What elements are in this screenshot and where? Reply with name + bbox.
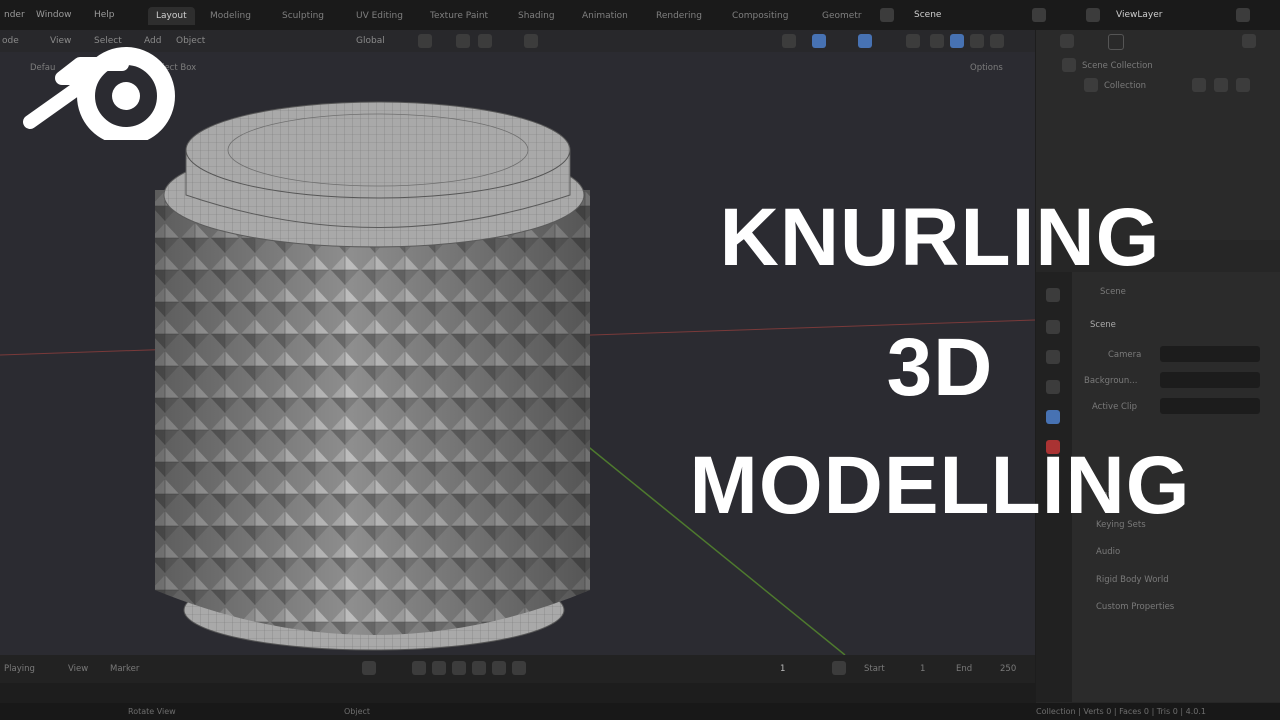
collection-icon bbox=[1084, 78, 1098, 92]
audio-panel[interactable]: Audio bbox=[1096, 547, 1120, 557]
tab-layout[interactable]: Layout bbox=[148, 7, 195, 25]
search-icon[interactable] bbox=[1108, 34, 1124, 50]
scene-icon[interactable] bbox=[880, 8, 894, 22]
marker-menu[interactable]: Marker bbox=[110, 664, 139, 674]
play-reverse-icon[interactable] bbox=[452, 661, 466, 675]
end-value[interactable]: 250 bbox=[1000, 664, 1016, 674]
exclude-checkbox-icon[interactable] bbox=[1192, 78, 1206, 92]
rigid-body-panel[interactable]: Rigid Body World bbox=[1096, 575, 1169, 585]
timeline-header: Playing View Marker 1 Start 1 End 250 bbox=[0, 655, 1035, 683]
status-hint-object: Object bbox=[344, 707, 371, 716]
tab-texture-paint[interactable]: Texture Paint bbox=[430, 7, 488, 25]
cap-top bbox=[185, 101, 571, 199]
title-line-modelling: MODELLING bbox=[689, 440, 1191, 531]
status-scene-info: Collection | Verts 0 | Faces 0 | Tris 0 … bbox=[1036, 707, 1206, 716]
menu-window[interactable]: Window bbox=[36, 10, 72, 20]
play-icon[interactable] bbox=[472, 661, 486, 675]
jump-end-icon[interactable] bbox=[512, 661, 526, 675]
tab-compositing[interactable]: Compositing bbox=[732, 7, 788, 25]
outliner-scene-collection[interactable]: Scene Collection bbox=[1082, 61, 1153, 71]
start-label: Start bbox=[864, 664, 885, 674]
camera-icon[interactable] bbox=[1236, 78, 1250, 92]
current-frame-field[interactable]: 1 bbox=[780, 664, 785, 674]
tool-tab-icon[interactable] bbox=[1046, 288, 1060, 302]
next-key-icon[interactable] bbox=[492, 661, 506, 675]
filter-icon[interactable] bbox=[1242, 34, 1256, 48]
properties-scene-name: Scene bbox=[1100, 287, 1126, 297]
display-mode-icon[interactable] bbox=[1060, 34, 1074, 48]
top-menu-bar: nder Window Help Layout Modeling Sculpti… bbox=[0, 0, 1280, 30]
timeline-ruler[interactable] bbox=[0, 683, 1035, 703]
jump-start-icon[interactable] bbox=[412, 661, 426, 675]
tab-modeling[interactable]: Modeling bbox=[210, 7, 251, 25]
tab-geometry[interactable]: Geometr bbox=[822, 7, 862, 25]
timeline-view-menu[interactable]: View bbox=[68, 664, 88, 674]
new-view-layer-icon[interactable] bbox=[1236, 8, 1250, 22]
tab-uv-editing[interactable]: UV Editing bbox=[356, 7, 403, 25]
menu-help[interactable]: Help bbox=[94, 10, 115, 20]
playback-menu[interactable]: Playing bbox=[4, 664, 35, 674]
end-label: End bbox=[956, 664, 973, 674]
menu-render[interactable]: nder bbox=[4, 10, 25, 20]
title-line-3d: 3D bbox=[886, 322, 994, 413]
status-hint-rotate: Rotate View bbox=[128, 707, 176, 716]
tab-rendering[interactable]: Rendering bbox=[656, 7, 702, 25]
custom-properties-panel[interactable]: Custom Properties bbox=[1096, 602, 1174, 612]
tab-shading[interactable]: Shading bbox=[518, 7, 555, 25]
scene-name-field[interactable]: Scene bbox=[914, 10, 941, 20]
start-value[interactable]: 1 bbox=[920, 664, 925, 674]
view-layer-icon[interactable] bbox=[1086, 8, 1100, 22]
outliner-collection[interactable]: Collection bbox=[1104, 81, 1146, 91]
keyframe-icon[interactable] bbox=[362, 661, 376, 675]
new-scene-icon[interactable] bbox=[1032, 8, 1046, 22]
scene-collection-icon bbox=[1062, 58, 1076, 72]
stopwatch-icon[interactable] bbox=[832, 661, 846, 675]
prev-key-icon[interactable] bbox=[432, 661, 446, 675]
view-layer-field[interactable]: ViewLayer bbox=[1116, 10, 1162, 20]
eye-icon[interactable] bbox=[1214, 78, 1228, 92]
title-line-knurling: KNURLING bbox=[719, 192, 1161, 283]
blender-logo-icon bbox=[23, 47, 175, 140]
tab-animation[interactable]: Animation bbox=[582, 7, 628, 25]
status-bar: Rotate View Object Collection | Verts 0 … bbox=[0, 703, 1280, 720]
tab-sculpting[interactable]: Sculpting bbox=[282, 7, 324, 25]
